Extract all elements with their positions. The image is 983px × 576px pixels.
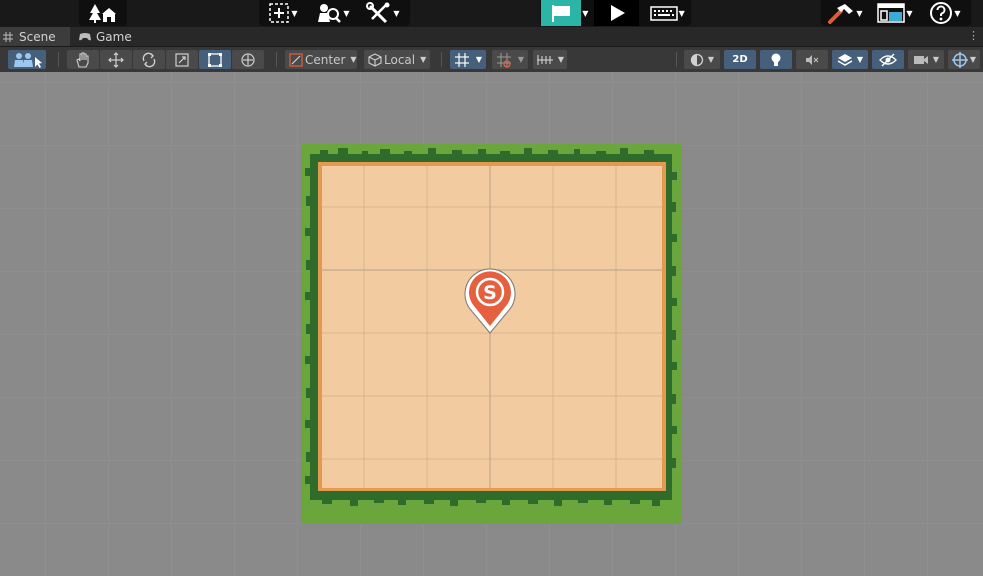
camera-settings-button[interactable]: ▼ (908, 50, 944, 69)
snap-increment-button[interactable]: ▼ (492, 50, 528, 69)
keyboard-icon (649, 6, 678, 21)
more-options-icon[interactable]: ⋮ (968, 30, 979, 42)
lightbulb-icon (771, 53, 781, 66)
pivot-mode-label: Center (305, 52, 346, 67)
hidden-objects-toggle[interactable] (872, 50, 904, 69)
cube-icon (368, 52, 382, 67)
hand-icon (76, 51, 89, 68)
build-group: ▼ ▼ ▼ (821, 0, 971, 26)
transform-tool-button[interactable] (232, 50, 264, 69)
move-tool-button[interactable] (100, 50, 132, 69)
tab-game-label: Game (96, 29, 132, 44)
tools-button[interactable]: ▼ (359, 0, 407, 26)
top-toolbar: ▼ ▼ ▼ ▼ ▼ ▼ ▼ ▼ (0, 0, 983, 27)
account-group (79, 0, 127, 26)
pivot-mode-dropdown[interactable]: Center ▼ (285, 50, 357, 69)
move-icon (108, 51, 124, 68)
tab-scene-label: Scene (19, 29, 56, 44)
pivot-rotation-label: Local (384, 52, 416, 67)
hammer-icon (828, 4, 854, 24)
create-tools-group: ▼ ▼ ▼ (259, 0, 410, 26)
wrench-icon (366, 2, 390, 24)
rotate-icon (142, 52, 156, 67)
shading-mode-button[interactable]: ▼ (684, 50, 720, 69)
audio-toggle[interactable] (796, 50, 828, 69)
gizmos-button[interactable]: ▼ (948, 50, 980, 69)
scene-toolbar: Center ▼ Local ▼ ▼ ▼ ▼ ▼ 2D ▼ ▼ ▼ (0, 47, 983, 73)
layout-icon (877, 3, 906, 23)
flag-icon (541, 0, 582, 26)
play-button[interactable] (593, 0, 640, 26)
layout-button[interactable]: ▼ (869, 0, 921, 26)
view-tab-bar: Scene Game ⋮ (0, 27, 983, 47)
ruler-button[interactable]: ▼ (533, 50, 567, 69)
home-tree-icon[interactable] (79, 0, 127, 26)
tab-scene[interactable]: Scene (0, 27, 70, 46)
pivot-center-icon (289, 52, 303, 67)
people-cursor-icon (14, 52, 42, 68)
rotate-tool-button[interactable] (133, 50, 165, 69)
hand-tool-button[interactable] (67, 50, 99, 69)
mute-icon (806, 54, 819, 65)
scale-icon (175, 52, 189, 67)
camera-icon (913, 55, 928, 64)
grid-snap-button[interactable]: ▼ (450, 50, 486, 69)
search-button[interactable]: ▼ (307, 0, 359, 26)
tilemap-level: S (301, 144, 682, 524)
effects-toggle[interactable]: ▼ (832, 50, 868, 69)
create-button[interactable]: ▼ (259, 0, 307, 26)
play-mode-group: ▼ ▼ (540, 0, 691, 26)
snap-magnet-icon (496, 52, 511, 68)
sphere-icon (690, 53, 704, 66)
rect-tool-button[interactable] (199, 50, 231, 69)
layers-icon (837, 53, 853, 66)
ruler-icon (536, 54, 553, 65)
scene-view-mode-button[interactable] (8, 50, 46, 69)
flag-button[interactable]: ▼ (540, 0, 590, 26)
grid-snap-icon (454, 52, 469, 67)
gizmo-icon (951, 51, 968, 68)
view-2d-label: 2D (732, 54, 748, 65)
plus-box-icon (269, 3, 290, 23)
pivot-rotation-dropdown[interactable]: Local ▼ (364, 50, 430, 69)
scale-tool-button[interactable] (166, 50, 198, 69)
gamepad-icon (79, 32, 91, 40)
marker-letter: S (483, 282, 497, 304)
scene-viewport[interactable]: S (0, 72, 983, 576)
build-button[interactable]: ▼ (821, 0, 869, 26)
eye-slash-icon (879, 53, 897, 66)
rect-transform-icon (208, 52, 222, 67)
help-button[interactable]: ▼ (921, 0, 969, 26)
view-2d-toggle[interactable]: 2D (724, 50, 756, 69)
lighting-toggle[interactable] (760, 50, 792, 69)
play-icon (610, 5, 625, 21)
tab-game[interactable]: Game (72, 27, 142, 46)
transform-icon (241, 52, 255, 67)
search-icon (318, 4, 342, 23)
help-icon (930, 2, 953, 24)
grid-icon (3, 31, 13, 42)
keyboard-button[interactable]: ▼ (643, 0, 691, 26)
